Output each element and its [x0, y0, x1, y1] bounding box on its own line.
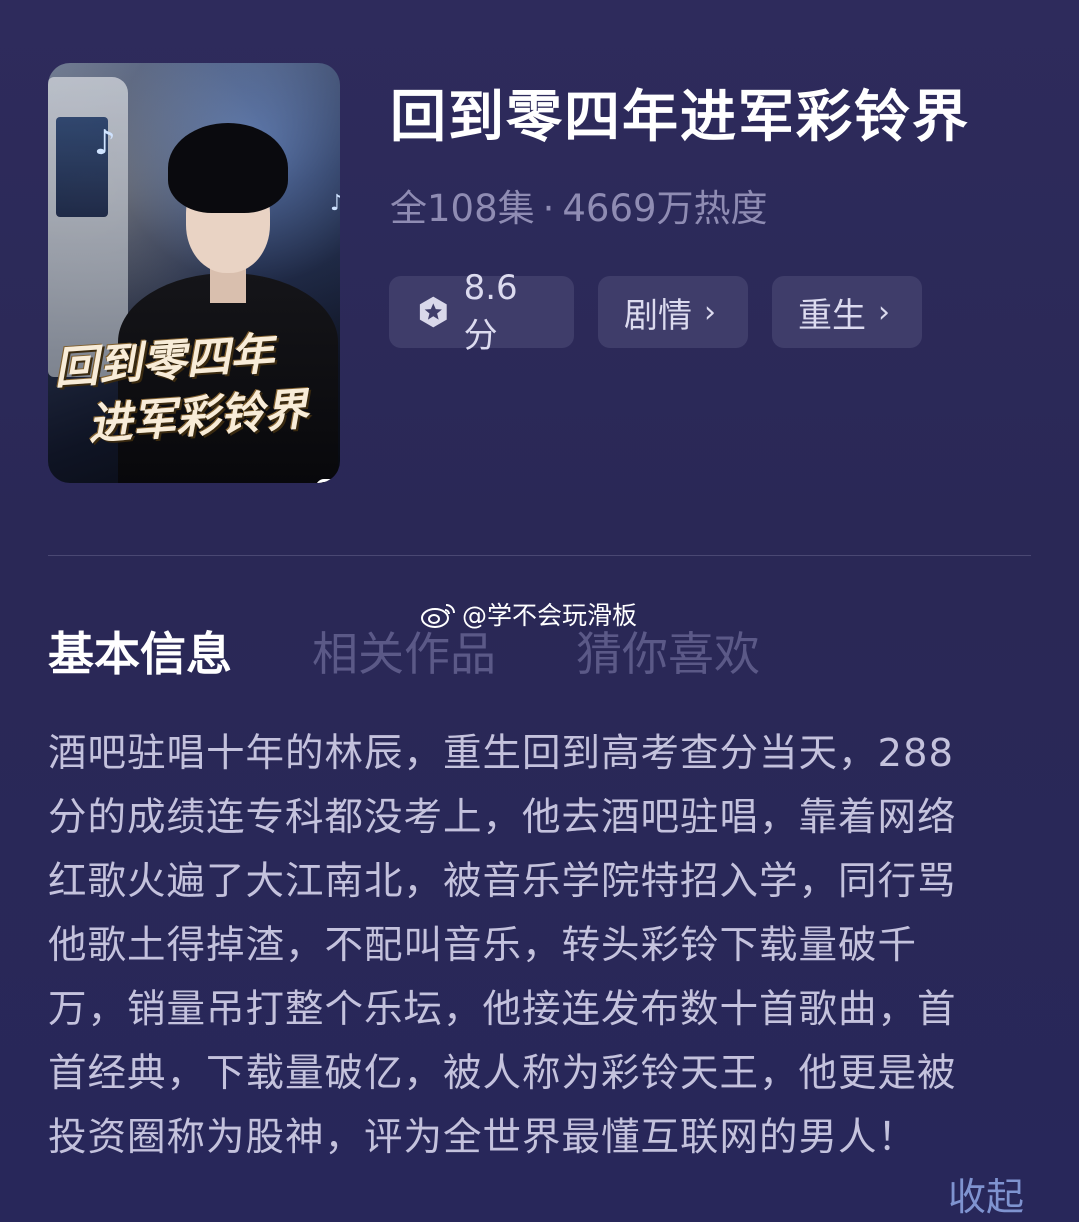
rating-value: 8.6分 [463, 267, 518, 356]
rating-chip[interactable]: 8.6分 [389, 268, 574, 356]
description-line: 红歌火遍了大江南北，被音乐学院特招入学，同行骂 [48, 859, 957, 904]
tab-recommendations[interactable]: 猜你喜欢 [576, 618, 760, 684]
description-line: 酒吧驻唱十年的林辰，重生回到高考查分当天，288 [48, 731, 954, 776]
music-note-icon: ♪ [330, 191, 340, 216]
tag-chip-rebirth[interactable]: 重生 › [772, 276, 922, 348]
collapse-button[interactable]: 收起 [948, 1166, 1024, 1221]
section-divider [48, 555, 1031, 556]
drama-meta: 全108集 · 4669万热度 [390, 178, 768, 232]
description-line: 分的成绩连专科都没考上，他去酒吧驻唱，靠着网络 [48, 795, 957, 840]
tab-basic-info[interactable]: 基本信息 [48, 618, 232, 684]
music-note-icon: ♪ [94, 123, 116, 163]
description-line: 他歌土得掉渣，不配叫音乐，转头彩铃下载量破千 [48, 923, 918, 968]
play-badge-icon [316, 479, 340, 483]
chevron-right-icon: › [878, 294, 890, 330]
tag-chip-drama[interactable]: 剧情 › [598, 276, 748, 348]
tag-chips: 8.6分 剧情 › 重生 › [389, 268, 922, 356]
description-line: 首经典，下载量破亿，被人称为彩铃天王，他更是被 [48, 1051, 957, 1096]
meta-separator: · [542, 187, 555, 230]
star-hexagon-icon [419, 296, 447, 328]
description-line: 投资圈称为股神，评为全世界最懂互联网的男人！ [48, 1115, 918, 1160]
tag-label: 剧情 [624, 295, 692, 336]
cover-title-art: 回到零四年 进军彩铃界 [52, 328, 310, 451]
description-line: 万，销量吊打整个乐坛，他接连发布数十首歌曲，首 [48, 987, 957, 1032]
drama-description: 酒吧驻唱十年的林辰，重生回到高考查分当天，288 分的成绩连专科都没考上，他去酒… [48, 722, 1018, 1170]
episode-count: 全108集 [390, 187, 535, 230]
tag-label: 重生 [798, 295, 866, 336]
drama-title: 回到零四年进军彩铃界 [390, 85, 970, 150]
tab-related-works[interactable]: 相关作品 [312, 618, 496, 684]
chevron-right-icon: › [704, 294, 716, 330]
drama-cover-image[interactable]: ♪ ♪ 回到零四年 进军彩铃界 [48, 63, 340, 483]
popularity-count: 4669万热度 [562, 187, 768, 230]
flip-phone-illustration [48, 77, 128, 377]
